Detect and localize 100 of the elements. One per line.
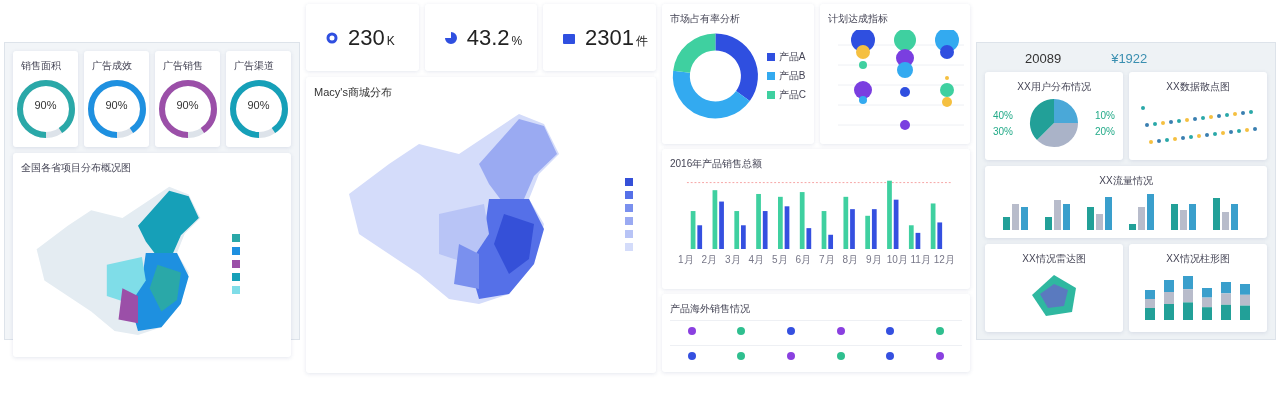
gauge-label: 广告销售 — [163, 59, 204, 73]
scatter-point — [1233, 112, 1237, 116]
scatter-point — [1249, 110, 1253, 114]
bar-segment — [1202, 297, 1212, 308]
axis-label: 1月 — [676, 253, 695, 267]
kpi-unit: K — [386, 33, 395, 48]
axis-label: 10月 — [885, 253, 909, 267]
bar-segment — [1221, 293, 1231, 305]
card-title: Macy's商城分布 — [314, 85, 393, 100]
card-title: 计划达成指标 — [828, 12, 889, 26]
scatter-point — [1197, 134, 1201, 138]
bar — [1021, 207, 1028, 230]
percent-label: 30% — [993, 125, 1013, 137]
bar-segment — [1221, 282, 1231, 294]
percent-label: 10% — [1095, 109, 1115, 121]
scatter-point — [1181, 136, 1185, 140]
kpi-unit: 件 — [636, 32, 648, 50]
bar-segment — [1164, 280, 1174, 292]
pie-icon — [444, 31, 457, 44]
bubble — [894, 30, 916, 51]
percent-label: 20% — [1095, 125, 1115, 137]
scatter-point — [1161, 121, 1165, 125]
bar-segment — [1240, 305, 1250, 320]
scatter-point — [1201, 116, 1205, 120]
card-title: 2016年产品销售总额 — [670, 157, 764, 171]
bar — [1129, 224, 1136, 230]
gauge-value: 90% — [105, 99, 128, 111]
bar — [1222, 212, 1229, 230]
bar-segment — [1240, 284, 1250, 295]
scatter-point — [1169, 120, 1173, 124]
gauge-value: 90% — [247, 99, 270, 111]
axis-label: 12月 — [932, 253, 956, 267]
bag-icon — [563, 31, 576, 44]
bar — [1213, 198, 1220, 230]
gauge-value: 90% — [34, 99, 57, 111]
panel-title: XX情况雷达图 — [1022, 252, 1086, 266]
card-title: 产品海外销售情况 — [670, 302, 751, 316]
bar-segment — [1145, 290, 1155, 299]
bar — [1138, 207, 1145, 230]
kpi-value: 2301 — [585, 24, 634, 51]
legend-label: 产品B — [778, 69, 806, 83]
axis-label: 2月 — [700, 253, 719, 267]
bar — [1012, 204, 1019, 230]
bar — [1054, 200, 1061, 230]
kpi-value: 230 — [348, 24, 385, 51]
bubble — [859, 61, 867, 69]
bar-segment — [1145, 299, 1155, 308]
bar — [1171, 204, 1178, 230]
bar-segment — [1164, 292, 1174, 304]
bubble — [942, 97, 952, 107]
axis-label: 7月 — [817, 253, 836, 267]
kpi-unit: % — [511, 33, 523, 48]
bar-segment — [1202, 307, 1212, 320]
bubble — [945, 76, 949, 80]
bar-segment — [1202, 288, 1212, 298]
scatter-point — [1221, 131, 1225, 135]
percent-label: 40% — [993, 109, 1013, 121]
scatter-point — [1217, 114, 1221, 118]
bar — [1063, 204, 1070, 230]
gauge-label: 广告渠道 — [234, 59, 275, 73]
scatter-point — [1225, 113, 1229, 117]
gauge-label: 广告成效 — [92, 59, 133, 73]
axis-label: 6月 — [794, 253, 813, 267]
scatter-point — [1241, 111, 1245, 115]
bar-segment — [1183, 276, 1193, 290]
axis-label: 5月 — [770, 253, 789, 267]
scatter-point — [1213, 132, 1217, 136]
bubble — [897, 62, 913, 78]
scatter-point — [1193, 117, 1197, 121]
bar — [1045, 217, 1052, 230]
scatter-point — [1141, 106, 1145, 110]
scatter-point — [1165, 138, 1169, 142]
bubble — [940, 83, 954, 97]
bar — [1189, 204, 1196, 230]
map-title: 全国各省项目分布概况图 — [21, 161, 132, 175]
scatter-point — [1145, 123, 1149, 127]
bar-segment — [1183, 302, 1193, 320]
gauge-value: 90% — [176, 99, 199, 111]
legend-label: 产品C — [778, 88, 806, 102]
scatter-point — [1185, 118, 1189, 122]
bar — [1003, 217, 1010, 230]
bar — [1105, 197, 1112, 230]
scatter-point — [1205, 133, 1209, 137]
scatter-point — [1173, 137, 1177, 141]
axis-label: 8月 — [841, 253, 860, 267]
bar — [1087, 207, 1094, 230]
scatter-point — [1157, 139, 1161, 143]
bubble — [900, 87, 910, 97]
bar — [1180, 210, 1187, 230]
panel-title: XX情况柱形图 — [1166, 252, 1230, 266]
scatter-point — [1245, 128, 1249, 132]
bar-segment — [1240, 294, 1250, 306]
axis-label: 11月 — [909, 253, 932, 267]
scatter-point — [1189, 135, 1193, 139]
scatter-point — [1177, 119, 1181, 123]
bubble — [900, 120, 910, 130]
axis-label: 9月 — [864, 253, 883, 267]
scatter-point — [1237, 129, 1241, 133]
bar-segment — [1145, 308, 1155, 320]
stat-value: 20089 — [1025, 51, 1062, 66]
